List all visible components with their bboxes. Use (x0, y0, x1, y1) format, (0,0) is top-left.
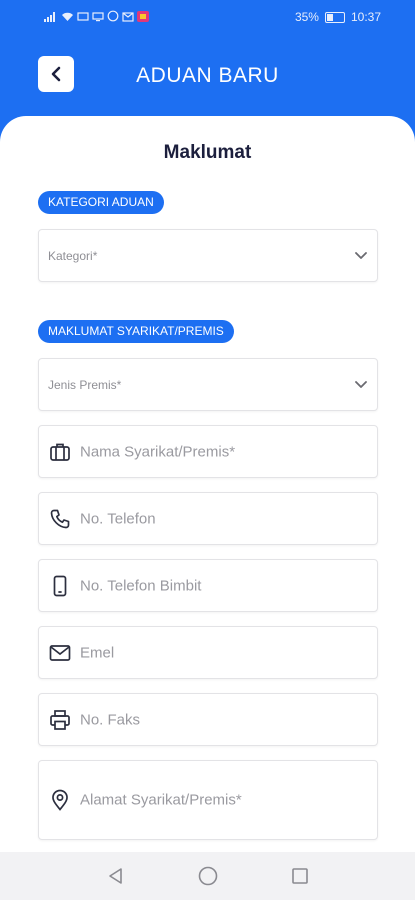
mobile-phone-icon (48, 574, 72, 598)
chevron-down-icon (355, 380, 367, 388)
mail-icon (122, 11, 134, 25)
signal-icon (44, 11, 58, 25)
system-nav-bar (0, 852, 415, 900)
briefcase-icon (48, 440, 72, 464)
nama-syarikat-placeholder: Nama Syarikat/Premis* (80, 443, 236, 460)
screen-icon (92, 11, 104, 25)
nav-home-button[interactable] (196, 864, 220, 888)
emel-placeholder: Emel (80, 644, 115, 661)
app-badge-icon (137, 10, 149, 25)
nama-syarikat-field[interactable]: Nama Syarikat/Premis* (38, 425, 378, 478)
section-title: Maklumat (163, 142, 252, 163)
status-bar: 35% 10:37 (0, 0, 415, 34)
battery-percent: 35% (294, 10, 319, 24)
triangle-back-icon (108, 868, 122, 884)
telefon-bimbit-field[interactable]: No. Telefon Bimbit (38, 559, 378, 612)
telefon-placeholder: No. Telefon (80, 510, 156, 527)
jenis-premis-select[interactable]: Jenis Premis* (38, 358, 378, 411)
phone-icon (48, 507, 72, 531)
jenis-premis-placeholder: Jenis Premis* (48, 377, 122, 392)
circle-home-icon (198, 866, 217, 886)
faks-field[interactable]: No. Faks (38, 693, 378, 746)
nav-back-button[interactable] (104, 864, 128, 888)
whatsapp-icon (107, 10, 119, 25)
square-recents-icon (291, 868, 308, 884)
faks-placeholder: No. Faks (80, 711, 141, 728)
telefon-bimbit-placeholder: No. Telefon Bimbit (80, 577, 202, 594)
envelope-icon (48, 641, 72, 665)
printer-icon (48, 708, 72, 732)
location-pin-icon (48, 788, 72, 812)
alamat-field[interactable]: Alamat Syarikat/Premis* (38, 760, 378, 840)
alamat-placeholder: Alamat Syarikat/Premis* (80, 791, 242, 809)
app-bar: ADUAN BARU (0, 34, 415, 116)
telefon-field[interactable]: No. Telefon (38, 492, 378, 545)
kategori-aduan-chip: KATEGORI ADUAN (38, 191, 164, 214)
chevron-down-icon (355, 251, 367, 259)
kategori-placeholder: Kategori* (48, 248, 98, 263)
maklumat-syarikat-chip: MAKLUMAT SYARIKAT/PREMIS (38, 320, 234, 343)
clock: 10:37 (350, 10, 381, 24)
status-icons (44, 10, 149, 25)
emel-field[interactable]: Emel (38, 626, 378, 679)
nav-recents-button[interactable] (288, 864, 312, 888)
cast-icon (77, 11, 89, 25)
battery-icon (324, 11, 345, 23)
form-sheet: Maklumat KATEGORI ADUAN Kategori* MAKLUM… (0, 116, 415, 900)
status-right: 35% 10:37 (295, 10, 381, 24)
kategori-select[interactable]: Kategori* (38, 229, 378, 282)
wifi-icon (61, 11, 74, 25)
page-title: ADUAN BARU (136, 64, 279, 87)
